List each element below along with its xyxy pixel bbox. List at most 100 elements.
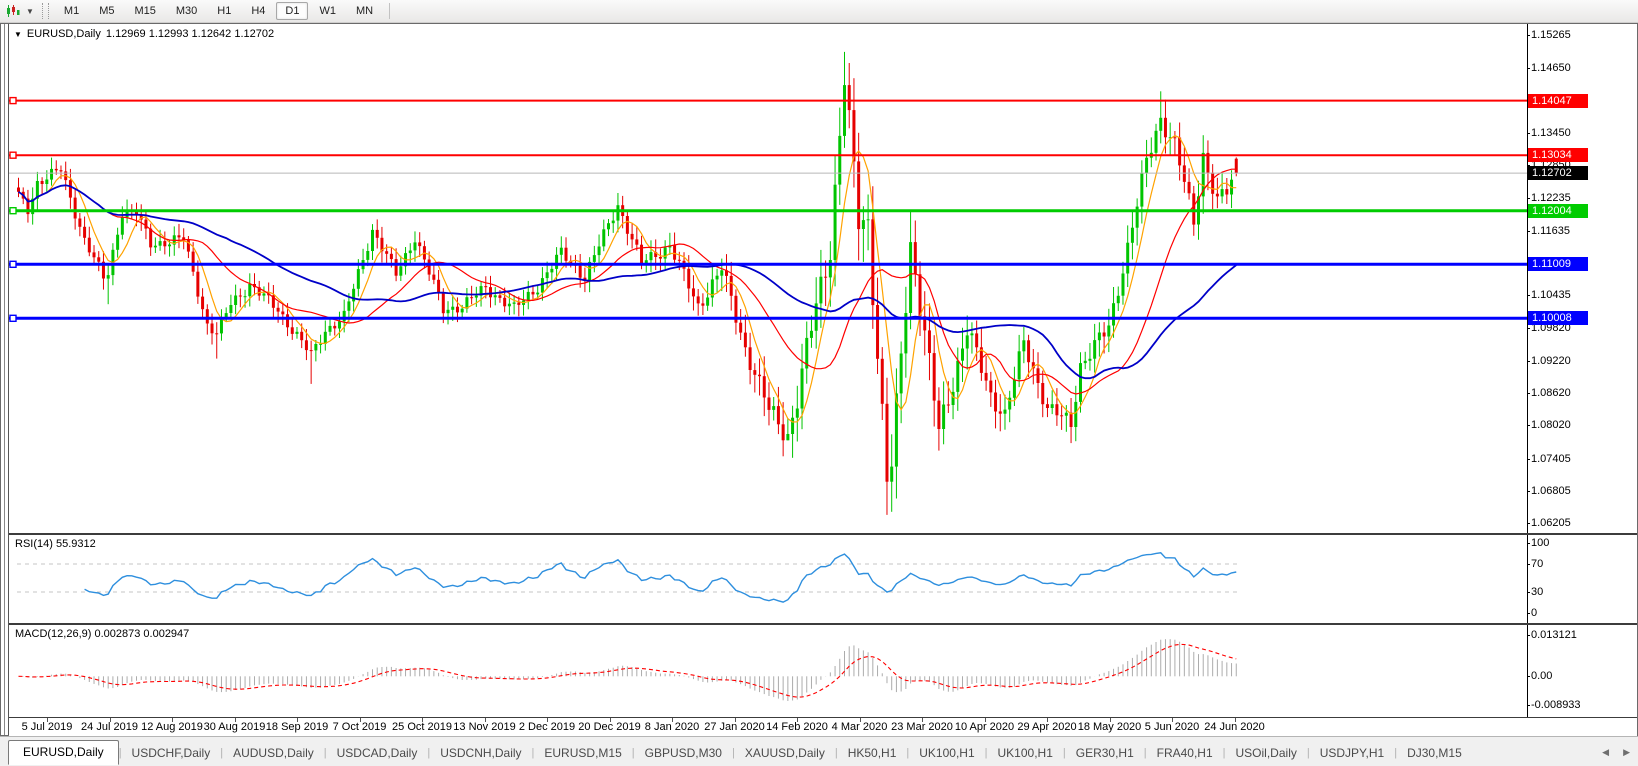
chart-ohlc-values: 1.12969 1.12993 1.12642 1.12702 [105,28,275,40]
price-tick: 1.06805 [1527,484,1571,497]
date-label: 27 Jan 2020 [704,721,765,733]
date-label: 18 May 2020 [1077,721,1142,733]
macd-tick: -0.008933 [1527,698,1581,711]
macd-tick: 0.013121 [1527,628,1577,641]
current-price-label: 1.12702 [1528,166,1588,181]
tab-usdchf-daily[interactable]: USDCHF,Daily [122,742,221,765]
timeframe-toolbar: ▼ M1 M5 M15 M30 H1 H4 D1 W1 MN [0,0,1638,23]
price-tick: 1.14650 [1527,62,1571,75]
chart-type-dropdown-icon[interactable]: ▼ [23,7,37,16]
tab-uk100-h1[interactable]: UK100,H1 [909,742,984,765]
toolbar-grip[interactable] [41,3,49,19]
tab-uk100-h1[interactable]: UK100,H1 [988,742,1063,765]
moving-average-20 [18,168,1237,395]
toolbar-separator [389,3,391,19]
hline-price-label: 1.13034 [1528,148,1588,163]
price-tick: 1.08020 [1527,419,1571,432]
tab-eurusd-daily[interactable]: EURUSD,Daily [8,740,119,765]
tab-fra40-h1[interactable]: FRA40,H1 [1147,742,1223,765]
rsi-chart[interactable] [9,535,1527,621]
tab-audusd-daily[interactable]: AUDUSD,Daily [223,742,324,765]
macd-panel: MACD(12,26,9) 0.002873 0.002947 0.013121… [9,625,1637,718]
tab-usdcad-daily[interactable]: USDCAD,Daily [327,742,428,765]
date-label: 4 Mar 2020 [831,721,888,733]
tab-ger30-h1[interactable]: GER30,H1 [1066,742,1144,765]
chart-collapse-icon[interactable]: ▼ [14,30,22,39]
hline-price-label: 1.14047 [1528,93,1588,108]
date-label: 29 Apr 2020 [1017,721,1077,733]
timeframe-button-h4[interactable]: H4 [242,2,274,20]
tab-usoil-daily[interactable]: USOil,Daily [1226,742,1307,765]
date-label: 25 Oct 2019 [392,721,452,733]
date-label: 2 Dec 2019 [518,721,576,733]
rsi-tick: 0 [1526,607,1538,619]
tab-eurusd-m15[interactable]: EURUSD,M15 [534,742,631,765]
trading-terminal-window: ▼ M1 M5 M15 M30 H1 H4 D1 W1 MN ▼ EURUSD,Daily 1.… [0,0,1638,766]
timeframe-button-w1[interactable]: W1 [310,2,345,20]
main-chart-panel: ▼ EURUSD,Daily 1.12969 1.12993 1.12642 1… [9,24,1637,535]
date-label: 8 Jan 2020 [644,721,700,733]
rsi-axis[interactable]: 100 70 30 0 [1526,535,1637,623]
chart-left-edge [1,24,9,735]
price-tick: 1.10435 [1527,289,1571,302]
timeframe-button-m15[interactable]: M15 [125,2,164,20]
date-label: 24 Jul 2019 [81,721,138,733]
macd-label: MACD(12,26,9) 0.002873 0.002947 [15,628,190,640]
date-label: 13 Nov 2019 [453,721,516,733]
date-label: 5 Jul 2019 [21,721,73,733]
date-label: 18 Sep 2019 [265,721,329,733]
hline-price-label: 1.11009 [1528,257,1588,272]
date-label: 7 Oct 2019 [332,721,387,733]
price-tick: 1.08620 [1527,387,1571,400]
date-label: 10 Apr 2020 [954,721,1015,733]
chart-type-icon[interactable] [3,2,23,20]
tab-hk50-h1[interactable]: HK50,H1 [838,742,907,765]
price-tick: 1.11635 [1527,224,1570,237]
tab-scroll-left-icon[interactable]: ◀ [1602,747,1609,758]
date-label: 20 Dec 2019 [578,721,641,733]
price-tick: 1.13450 [1527,126,1571,139]
timeframe-button-m30[interactable]: M30 [167,2,206,20]
date-label: 24 Jun 2020 [1204,721,1265,733]
macd-plot-area[interactable]: MACD(12,26,9) 0.002873 0.002947 [9,625,1527,717]
price-axis[interactable]: 1.152651.146501.134501.128501.122351.116… [1527,24,1637,533]
timeframe-button-mn[interactable]: MN [347,2,382,20]
rsi-tick: 30 [1526,586,1544,598]
timeframe-button-m1[interactable]: M1 [55,2,88,20]
price-tick: 1.15265 [1527,28,1571,41]
macd-axis[interactable]: 0.013121 0.00 -0.008933 [1526,625,1637,717]
chart-tab-bar: EURUSD,Daily | USDCHF,Daily | AUDUSD,Daily | U… [0,736,1638,765]
tab-xauusd-daily[interactable]: XAUUSD,Daily [735,742,835,765]
time-axis[interactable]: 5 Jul 2019 24 Jul 2019 12 Aug 2019 30 Aug 2… [9,718,1637,736]
timeframe-button-h1[interactable]: H1 [208,2,240,20]
tab-scroll-buttons: ◀ ▶ [1602,747,1630,758]
chart-workspace: ▼ EURUSD,Daily 1.12969 1.12993 1.12642 1… [0,23,1638,736]
tab-usdcnh-daily[interactable]: USDCNH,Daily [430,742,531,765]
price-plot-area[interactable]: ▼ EURUSD,Daily 1.12969 1.12993 1.12642 1… [9,24,1527,533]
date-label: 12 Aug 2019 [141,721,203,733]
tab-usdjpy-h1[interactable]: USDJPY,H1 [1310,742,1394,765]
hline-price-label: 1.12004 [1528,203,1588,218]
rsi-tick: 70 [1526,558,1544,570]
hline-price-label: 1.10008 [1528,311,1588,326]
moving-average-6 [18,134,1237,423]
rsi-tick: 100 [1526,537,1550,549]
date-label: 30 Aug 2019 [203,721,266,733]
timeframe-buttons: M1 M5 M15 M30 H1 H4 D1 W1 MN [54,2,383,20]
rsi-label: RSI(14) 55.9312 [15,538,96,550]
timeframe-button-m5[interactable]: M5 [90,2,123,20]
macd-tick: 0.00 [1526,670,1553,683]
rsi-plot-area[interactable]: RSI(14) 55.9312 [9,535,1527,623]
date-label: 14 Feb 2020 [766,721,828,733]
price-tick: 1.09220 [1527,354,1571,367]
date-label: 5 Jun 2020 [1144,721,1200,733]
tab-scroll-right-icon[interactable]: ▶ [1623,747,1630,758]
date-label: 23 Mar 2020 [891,721,953,733]
tab-gbpusd-m30[interactable]: GBPUSD,M30 [635,742,732,765]
price-tick: 1.07405 [1527,452,1571,465]
candlestick-chart-icon [7,5,20,17]
macd-chart[interactable] [9,625,1527,715]
tab-dj30-m15[interactable]: DJ30,M15 [1397,742,1472,765]
candlestick-chart[interactable] [9,24,1527,531]
timeframe-button-d1[interactable]: D1 [276,2,309,20]
